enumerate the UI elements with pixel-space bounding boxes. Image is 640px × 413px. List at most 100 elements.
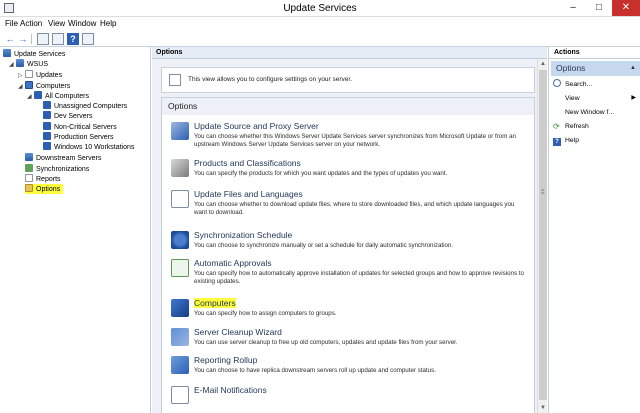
action-view[interactable]: View ▶ bbox=[553, 93, 639, 104]
grip-icon: = = bbox=[541, 188, 545, 197]
option-description: You can choose whether to download updat… bbox=[194, 201, 515, 216]
console-tree: Update Services ◢ WSUS ▷ Updates ◢ Computer… bbox=[0, 47, 151, 413]
action-refresh[interactable]: ⟳ Refresh bbox=[553, 121, 639, 132]
show-hide-action-pane-icon[interactable] bbox=[82, 33, 94, 45]
scroll-down-icon[interactable]: ▼ bbox=[538, 403, 548, 413]
update-files-icon bbox=[171, 190, 189, 208]
rollup-icon bbox=[171, 356, 189, 374]
option-automatic-approvals[interactable]: Automatic Approvals You can specify how … bbox=[162, 257, 534, 291]
tree-item-windows-10-workstations[interactable]: Windows 10 Workstations bbox=[43, 142, 134, 152]
minimize-button[interactable]: – bbox=[560, 0, 586, 16]
window-title: Update Services bbox=[283, 3, 357, 14]
action-new-window[interactable]: New Window f... bbox=[553, 107, 639, 118]
approvals-icon bbox=[171, 259, 189, 277]
tree-item-computers[interactable]: ◢ Computers bbox=[18, 81, 70, 91]
option-description: You can choose to synchronize manually o… bbox=[194, 242, 454, 249]
update-services-icon bbox=[3, 49, 11, 57]
option-description: You can choose whether this Windows Serv… bbox=[194, 133, 517, 148]
collapse-caret-icon[interactable]: ▲ bbox=[630, 61, 636, 76]
option-label[interactable]: Reporting Rollup bbox=[194, 355, 257, 365]
menu-window[interactable]: Window bbox=[68, 19, 96, 28]
update-source-icon bbox=[171, 122, 189, 140]
tree-item-non-critical-servers[interactable]: Non-Critical Servers bbox=[43, 122, 117, 132]
cleanup-icon bbox=[171, 328, 189, 346]
option-update-files-languages[interactable]: Update Files and Languages You can choos… bbox=[162, 188, 534, 222]
help-icon[interactable]: ? bbox=[67, 33, 79, 45]
tree-item-update-services[interactable]: Update Services bbox=[3, 49, 65, 59]
up-folder-icon[interactable] bbox=[37, 33, 49, 45]
action-help[interactable]: ? Help bbox=[553, 135, 639, 146]
options-page-icon bbox=[169, 74, 181, 86]
option-description: You can choose to have replica downstrea… bbox=[194, 367, 436, 374]
option-label[interactable]: Update Files and Languages bbox=[194, 189, 303, 199]
collapse-arrow-icon[interactable]: ◢ bbox=[27, 92, 34, 102]
show-hide-tree-icon[interactable] bbox=[52, 33, 64, 45]
menu-file[interactable]: File bbox=[5, 19, 18, 28]
group-icon bbox=[43, 122, 51, 130]
actions-header: Actions bbox=[549, 47, 640, 59]
option-description: You can specify the products for which y… bbox=[194, 170, 448, 177]
email-icon bbox=[171, 386, 189, 404]
option-email-notifications[interactable]: E-Mail Notifications bbox=[162, 384, 534, 413]
option-description: You can specify how to assign computers … bbox=[194, 310, 337, 317]
vertical-scrollbar[interactable]: ▲ = = ▼ bbox=[537, 59, 547, 413]
menu-action[interactable]: Action bbox=[20, 19, 42, 28]
tree-item-dev-servers[interactable]: Dev Servers bbox=[43, 111, 93, 121]
view-icon bbox=[553, 93, 561, 101]
downstream-servers-icon bbox=[25, 153, 33, 161]
expand-arrow-icon[interactable]: ▷ bbox=[18, 71, 25, 81]
maximize-button[interactable]: □ bbox=[586, 0, 612, 16]
tree-item-wsus[interactable]: ◢ WSUS bbox=[9, 59, 48, 69]
menu-bar: File Action View Window Help bbox=[0, 17, 640, 31]
center-pane-header: Options bbox=[152, 47, 547, 59]
tree-item-updates[interactable]: ▷ Updates bbox=[18, 70, 62, 80]
action-search[interactable]: Search... bbox=[553, 79, 639, 90]
refresh-icon: ⟳ bbox=[553, 122, 560, 131]
option-update-source[interactable]: Update Source and Proxy Server You can c… bbox=[162, 120, 534, 154]
new-window-icon bbox=[553, 107, 561, 115]
group-icon bbox=[43, 132, 51, 140]
tree-item-options[interactable]: Options bbox=[25, 184, 64, 194]
intro-panel: This view allows you to configure settin… bbox=[161, 67, 535, 93]
scroll-up-icon[interactable]: ▲ bbox=[538, 59, 548, 69]
option-label[interactable]: Synchronization Schedule bbox=[194, 230, 292, 240]
actions-section-options[interactable]: Options ▲ bbox=[551, 61, 640, 76]
tree-item-all-computers[interactable]: ◢ All Computers bbox=[27, 91, 89, 101]
group-icon bbox=[43, 111, 51, 119]
option-label[interactable]: Products and Classifications bbox=[194, 158, 301, 168]
option-label[interactable]: Server Cleanup Wizard bbox=[194, 327, 282, 337]
option-label[interactable]: E-Mail Notifications bbox=[194, 385, 267, 395]
tree-item-synchronizations[interactable]: Synchronizations bbox=[25, 164, 89, 174]
forward-arrow-icon[interactable]: → bbox=[17, 33, 29, 45]
reports-icon bbox=[25, 174, 33, 182]
computers-icon bbox=[25, 81, 33, 89]
options-icon bbox=[25, 184, 33, 192]
tree-item-unassigned-computers[interactable]: Unassigned Computers bbox=[43, 101, 127, 111]
menu-view[interactable]: View bbox=[48, 19, 65, 28]
synchronization-icon bbox=[171, 231, 189, 249]
option-label[interactable]: Update Source and Proxy Server bbox=[194, 121, 319, 131]
options-list: Options Update Source and Proxy Server Y… bbox=[161, 97, 535, 413]
tree-item-downstream-servers[interactable]: Downstream Servers bbox=[25, 153, 101, 163]
back-arrow-icon[interactable]: ← bbox=[4, 33, 16, 45]
collapse-arrow-icon[interactable]: ◢ bbox=[9, 60, 16, 70]
products-icon bbox=[171, 159, 189, 177]
collapse-arrow-icon[interactable]: ◢ bbox=[18, 82, 25, 92]
help-icon: ? bbox=[553, 138, 561, 146]
menu-help[interactable]: Help bbox=[100, 19, 116, 28]
synchronizations-icon bbox=[25, 164, 33, 172]
option-products-classifications[interactable]: Products and Classifications You can spe… bbox=[162, 157, 534, 191]
group-icon bbox=[43, 142, 51, 150]
option-label[interactable]: Automatic Approvals bbox=[194, 258, 271, 268]
option-reporting-rollup[interactable]: Reporting Rollup You can choose to have … bbox=[162, 354, 534, 388]
close-button[interactable]: ✕ bbox=[612, 0, 640, 16]
updates-icon bbox=[25, 70, 33, 78]
tree-item-reports[interactable]: Reports bbox=[25, 174, 61, 184]
option-description: You can specify how to automatically app… bbox=[194, 270, 524, 285]
toolbar: ← → ? bbox=[0, 31, 640, 47]
group-icon bbox=[43, 101, 51, 109]
option-label[interactable]: Computers bbox=[194, 298, 236, 308]
tree-item-production-servers[interactable]: Production Servers bbox=[43, 132, 114, 142]
scrollbar-thumb[interactable]: = = bbox=[539, 70, 547, 400]
toolbar-separator bbox=[31, 34, 32, 44]
